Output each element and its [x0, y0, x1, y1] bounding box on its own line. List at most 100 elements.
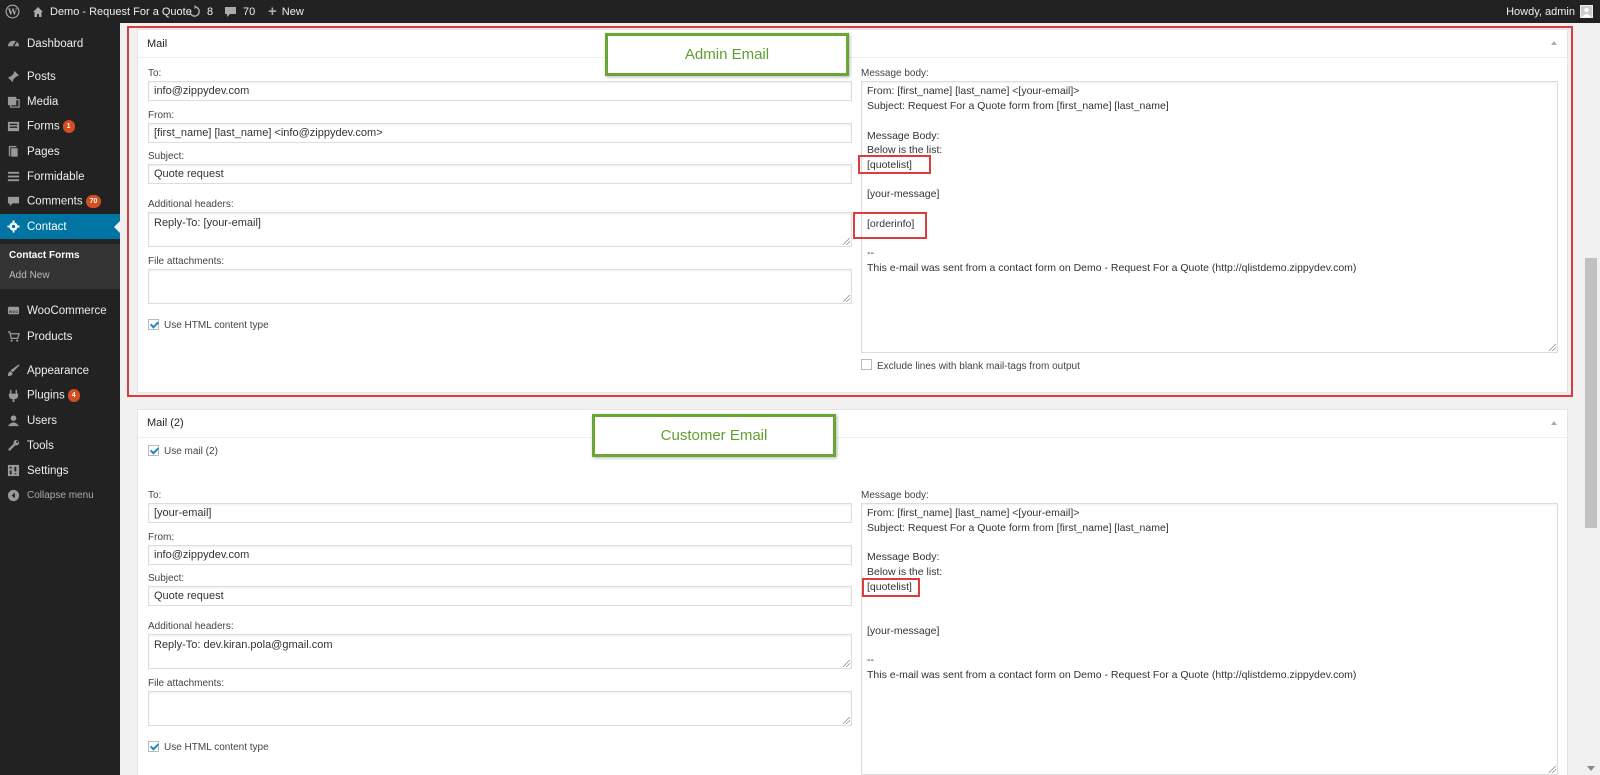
menu-item-dashboard[interactable]: Dashboard — [0, 31, 120, 56]
my-account-link[interactable]: Howdy, admin — [1506, 0, 1593, 23]
forms-badge: 1 — [62, 120, 75, 133]
menu-item-appearance[interactable]: Appearance — [0, 358, 120, 383]
menu-item-woocommerce[interactable]: woo WooCommerce — [0, 298, 120, 323]
message-body-label: Message body: — [861, 490, 929, 501]
wordpress-logo-icon[interactable]: W — [5, 0, 23, 23]
wrench-icon — [8, 439, 20, 451]
panel-header-divider — [138, 437, 1567, 438]
resize-grip-icon[interactable] — [1549, 766, 1556, 773]
scrollbar-thumb[interactable] — [1585, 258, 1597, 528]
menu-item-comments[interactable]: Comments 70 — [0, 189, 120, 214]
home-icon — [33, 6, 43, 17]
body-line: -- — [867, 654, 874, 666]
site-name: Demo - Request For a Quote — [50, 5, 192, 18]
use-mail2-label: Use mail (2) — [164, 446, 218, 457]
to-input[interactable]: [your-email] — [148, 503, 852, 523]
use-html-label: Use HTML content type — [164, 742, 269, 753]
orderinfo-highlight — [853, 212, 927, 239]
svg-text:W: W — [7, 7, 18, 17]
menu-label-comments: Comments — [27, 195, 83, 208]
svg-text:woo: woo — [9, 310, 19, 315]
body-line: From: [first_name] [last_name] <[your-em… — [867, 507, 1080, 519]
contact-submenu: Contact Forms Add New — [0, 244, 120, 289]
user-silhouette-icon — [1582, 7, 1591, 17]
additional-headers-textarea[interactable]: Reply-To: dev.kiran.pola@gmail.com — [148, 634, 852, 669]
collapse-arrow-icon — [7, 489, 20, 502]
resize-grip-icon[interactable] — [843, 717, 850, 724]
admin-email-annotation: Admin Email — [605, 33, 849, 76]
from-input[interactable]: info@zippydev.com — [148, 545, 852, 565]
menu-item-products[interactable]: Products — [0, 324, 120, 349]
admin-bar: W Demo - Request For a Quote 8 70 + New … — [0, 0, 1600, 23]
menu-item-formidable[interactable]: Formidable — [0, 164, 120, 189]
additional-headers-value: Reply-To: dev.kiran.pola@gmail.com — [154, 639, 333, 651]
scroll-down-arrow-icon[interactable] — [1587, 766, 1595, 771]
menu-item-plugins[interactable]: Plugins 4 — [0, 383, 120, 408]
menu-label-forms: Forms — [27, 120, 60, 133]
comments-badge: 70 — [85, 195, 102, 208]
use-mail2-checkbox[interactable] — [148, 445, 159, 456]
body-line: Below is the list: — [867, 566, 943, 578]
plugins-badge: 4 — [67, 389, 80, 402]
admin-email-highlight — [127, 26, 1573, 397]
body-line: This e-mail was sent from a contact form… — [867, 669, 1357, 681]
updates-link[interactable]: 8 — [188, 0, 213, 23]
gear-icon — [7, 220, 20, 233]
comment-icon — [7, 196, 20, 207]
collapse-toggle-icon[interactable] — [1551, 421, 1557, 425]
plug-icon — [8, 389, 19, 402]
body-line: Subject: Request For a Quote form from [… — [867, 522, 1169, 534]
additional-headers-label: Additional headers: — [148, 621, 234, 632]
mail2-panel: Mail (2) Use mail (2) To: [your-email] F… — [137, 409, 1568, 775]
submenu-contact-forms[interactable]: Contact Forms — [9, 250, 80, 261]
media-icon — [7, 96, 20, 108]
dashboard-icon — [7, 40, 20, 47]
body-line: [your-message] — [867, 625, 940, 637]
from-label: From: — [148, 532, 175, 543]
collapse-menu-button[interactable]: Collapse menu — [0, 483, 120, 508]
menu-item-contact[interactable]: Contact — [0, 214, 120, 239]
comments-count: 70 — [243, 5, 256, 18]
menu-item-pages[interactable]: Pages — [0, 139, 120, 164]
formidable-icon — [7, 171, 20, 182]
file-attachments-textarea[interactable] — [148, 691, 852, 726]
menu-item-forms[interactable]: Forms 1 — [0, 114, 120, 139]
file-attachments-label: File attachments: — [148, 678, 225, 689]
updates-icon — [189, 5, 200, 17]
subject-label: Subject: — [148, 573, 185, 584]
resize-grip-icon[interactable] — [843, 660, 850, 667]
message-body-textarea[interactable]: From: [first_name] [last_name] <[your-em… — [861, 503, 1558, 775]
submenu-add-new[interactable]: Add New — [9, 270, 50, 281]
quotelist-highlight — [858, 155, 931, 174]
menu-item-posts[interactable]: Posts — [0, 64, 120, 89]
new-content-link[interactable]: + New — [268, 0, 304, 23]
to-label: To: — [148, 490, 162, 501]
menu-item-users[interactable]: Users — [0, 408, 120, 433]
admin-sidebar: Dashboard Posts Media Forms 1 Pages Formi… — [0, 23, 120, 775]
comments-link[interactable]: 70 — [224, 0, 255, 23]
menu-item-media[interactable]: Media — [0, 89, 120, 114]
subject-input[interactable]: Quote request — [148, 586, 852, 606]
site-name-link[interactable]: Demo - Request For a Quote — [32, 0, 192, 23]
body-line: Message Body: — [867, 551, 940, 563]
forms-icon — [7, 121, 20, 132]
settings-icon — [7, 464, 20, 477]
cart-icon — [7, 331, 20, 342]
plus-icon: + — [268, 3, 277, 20]
comment-bubble-icon — [225, 6, 236, 17]
avatar — [1580, 5, 1593, 18]
quotelist-highlight — [862, 578, 920, 597]
menu-item-settings[interactable]: Settings — [0, 458, 120, 483]
use-html-checkbox[interactable] — [148, 741, 159, 752]
mail2-panel-title: Mail (2) — [147, 417, 184, 429]
page-scrollbar[interactable] — [1583, 23, 1600, 775]
menu-label-plugins: Plugins — [27, 389, 65, 402]
menu-item-tools[interactable]: Tools — [0, 433, 120, 458]
user-icon — [7, 415, 20, 427]
pages-icon — [8, 145, 19, 158]
updates-count: 8 — [207, 5, 214, 18]
customer-email-annotation: Customer Email — [592, 414, 836, 457]
new-label: New — [281, 5, 304, 18]
pin-icon — [7, 70, 20, 83]
brush-icon — [7, 364, 20, 377]
